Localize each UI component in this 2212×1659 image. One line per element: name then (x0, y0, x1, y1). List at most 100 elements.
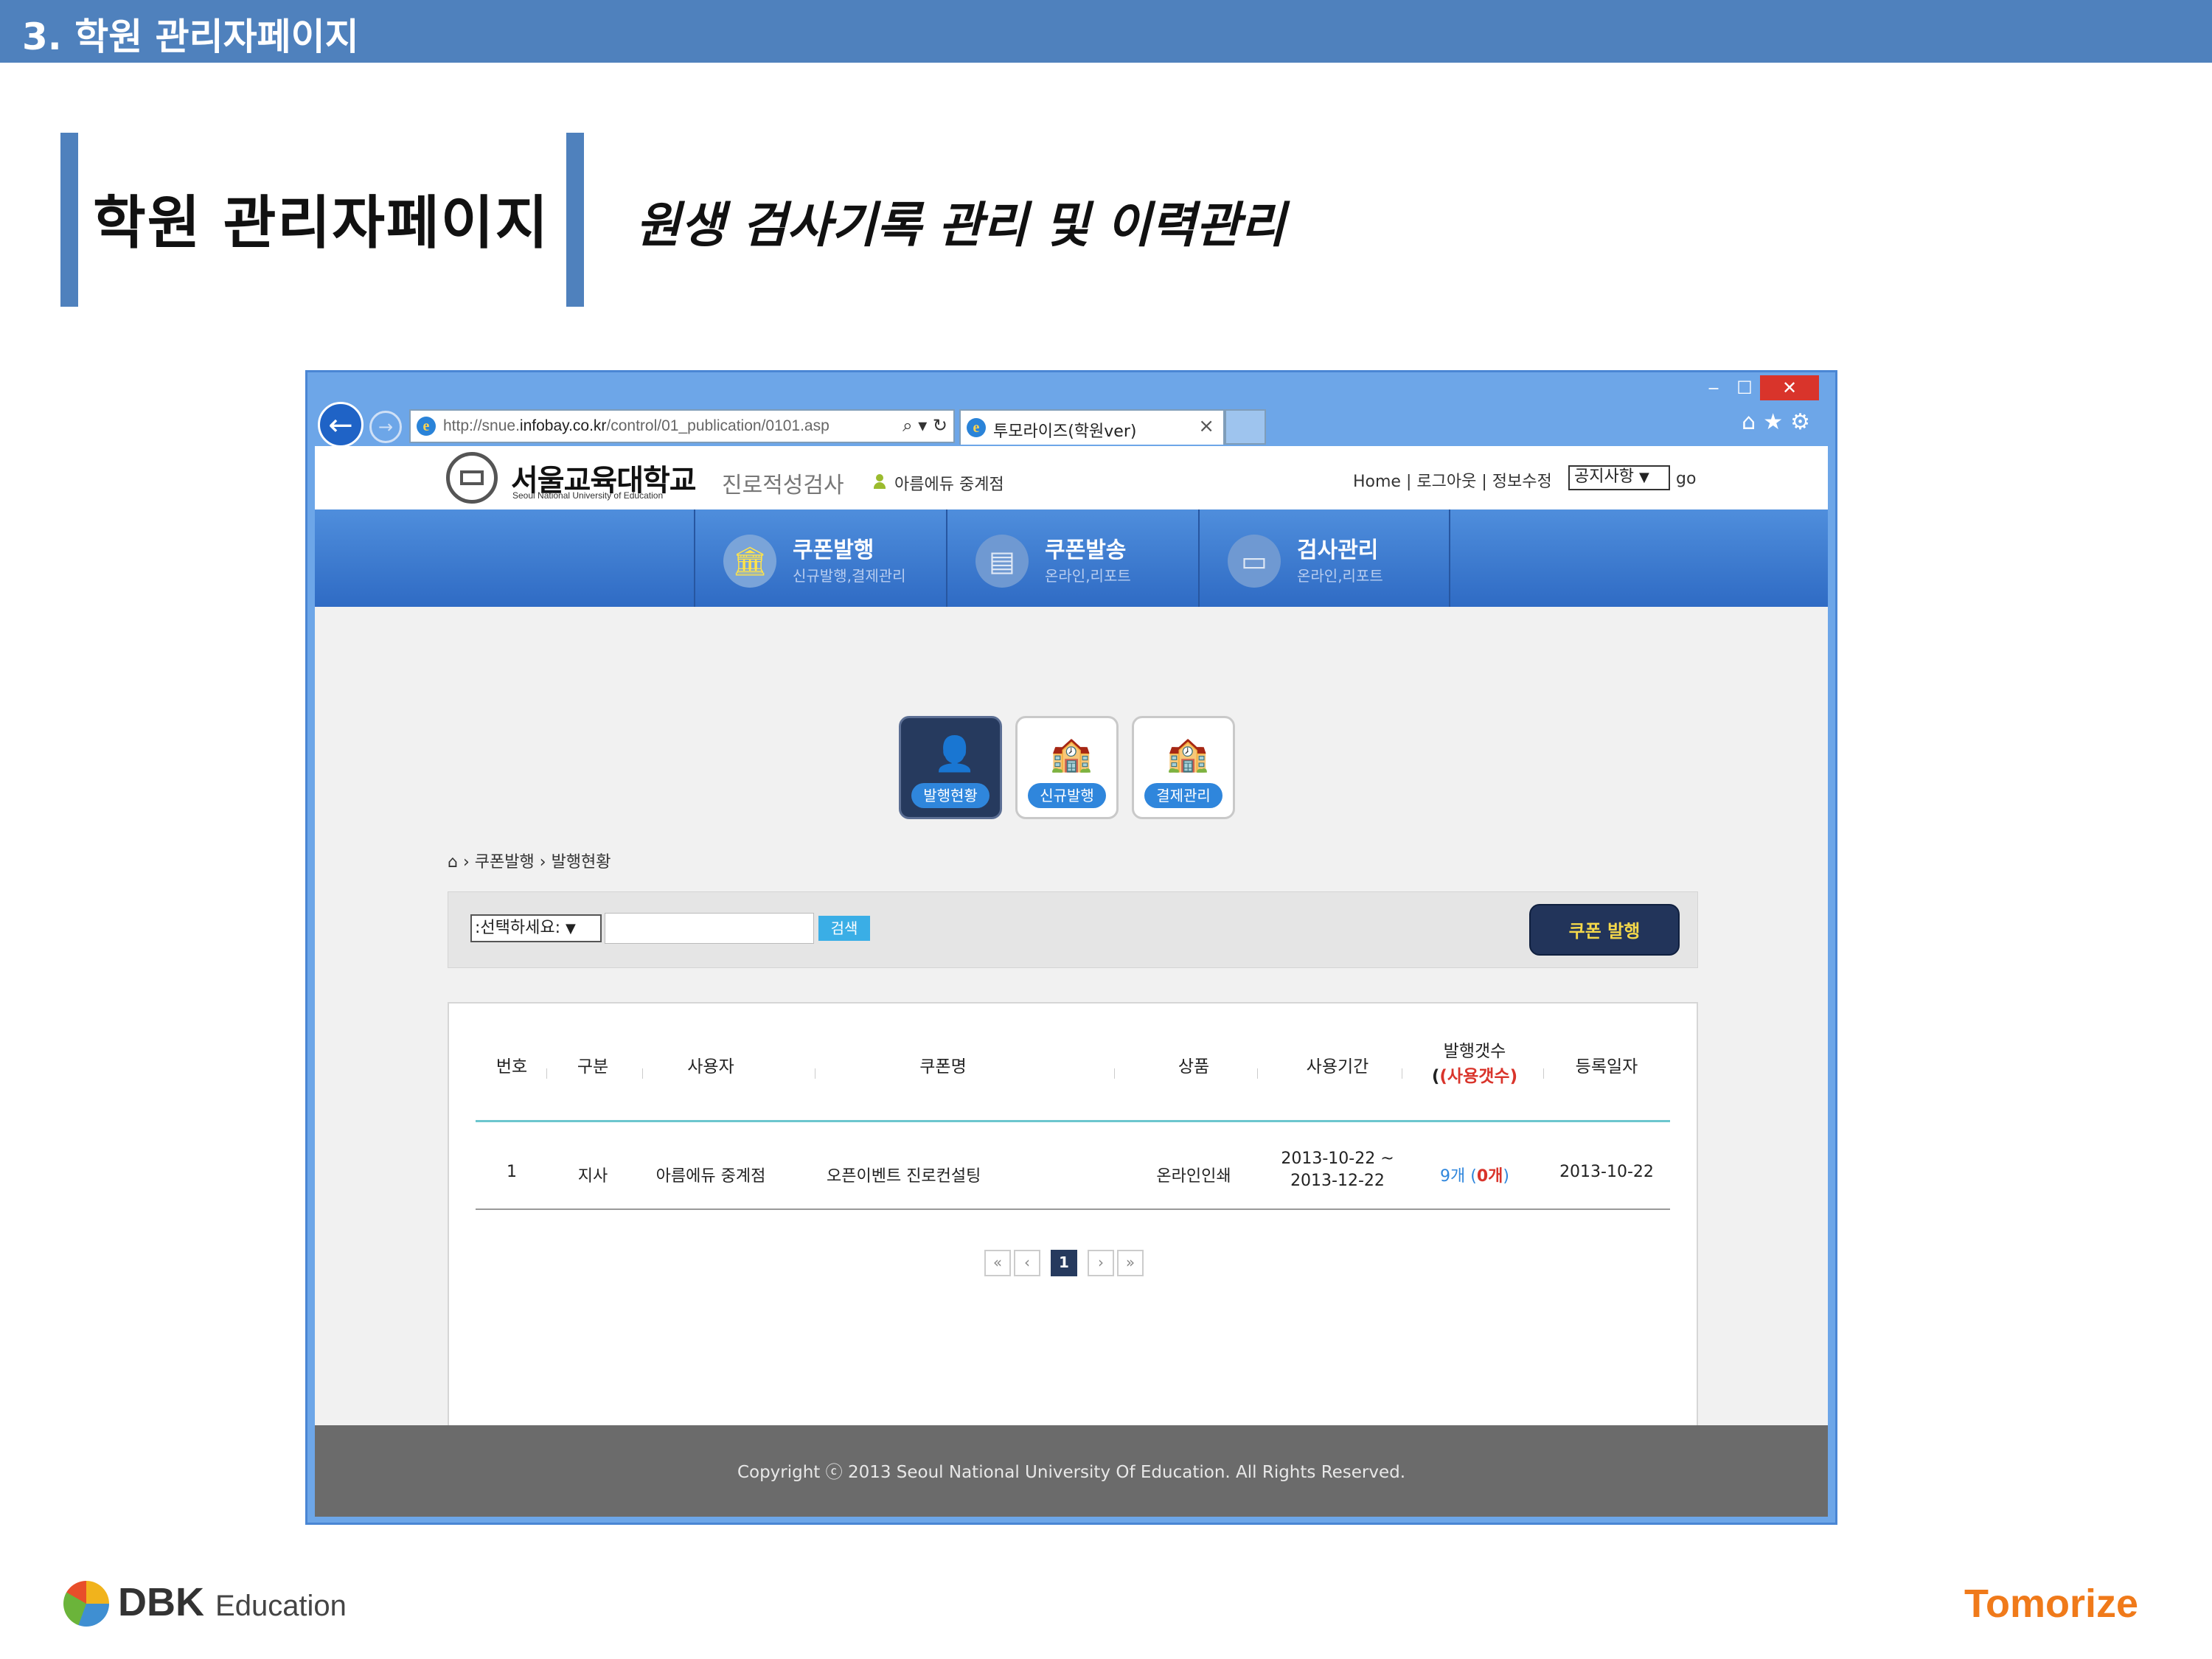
cell-user: 아름에듀 중계점 (655, 1167, 766, 1186)
used-count-header-text: (사용갯수) (1439, 1067, 1518, 1086)
tile-label: 신규발행 (1028, 783, 1106, 808)
address-bar[interactable]: e http://snue.infobay.co.kr/control/01_p… (409, 409, 955, 443)
copyright-text: Copyright ⓒ 2013 Seoul National Universi… (737, 1463, 1406, 1482)
tile-payment[interactable]: 🏫 결제관리 (1132, 716, 1235, 819)
prev-page-button[interactable]: ‹ (1014, 1250, 1040, 1276)
nav-item-sub: 신규발행,결제관리 (793, 567, 906, 585)
header-links[interactable]: Home | 로그아웃 | 정보수정 (1353, 468, 1552, 492)
breadcrumb-level1[interactable]: 쿠폰발행 (475, 853, 535, 872)
bank-icon: 🏛 (723, 535, 776, 588)
column-header-coupon: 쿠폰명 (919, 1057, 967, 1077)
branch-name: 아름에듀 중계점 (894, 476, 1004, 494)
tab-title: 투모라이즈(학원ver) (993, 422, 1137, 441)
home-icon[interactable]: ⌂ (448, 853, 458, 872)
issued-count: 9개 (1440, 1167, 1466, 1186)
ie-icon: e (417, 417, 436, 436)
service-name: 진로적성검사 (722, 473, 844, 498)
go-link[interactable]: go (1676, 470, 1696, 488)
tile-label: 결제관리 (1144, 783, 1222, 808)
issue-coupon-button[interactable]: 쿠폰 발행 (1529, 904, 1680, 956)
minimize-button[interactable]: ‒ (1698, 375, 1729, 400)
search-input[interactable] (605, 913, 814, 944)
new-tab-button[interactable] (1225, 409, 1266, 445)
cell-product: 온라인인쇄 (1156, 1167, 1231, 1186)
column-separator (1257, 1068, 1258, 1079)
dbk-logo-icon (63, 1581, 109, 1627)
maximize-button[interactable]: ☐ (1729, 375, 1760, 400)
first-page-button[interactable]: « (984, 1250, 1011, 1276)
nav-item-coupon-send[interactable]: ▤ 쿠폰발송 온라인,리포트 (946, 509, 1198, 607)
column-header-period: 사용기간 (1306, 1057, 1369, 1077)
close-window-button[interactable]: ✕ (1760, 375, 1819, 400)
period-end: 2013-12-22 (1290, 1172, 1385, 1190)
cell-count[interactable]: 9개 (0개) (1421, 1163, 1528, 1186)
browser-tab[interactable]: e 투모라이즈(학원ver) × (959, 409, 1225, 445)
nav-item-title: 검사관리 (1297, 538, 1379, 563)
issue-table-panel: 번호 구분 사용자 쿠폰명 상품 사용기간 발행갯수 ((사용갯수) 등록일자 … (448, 1002, 1698, 1455)
cell-coupon[interactable]: 오픈이벤트 진로컨설팅 (827, 1163, 981, 1186)
search-select[interactable]: :선택하세요: ▼ (470, 914, 602, 942)
address-url[interactable]: http://snue.infobay.co.kr/control/01_pub… (443, 417, 830, 435)
search-panel: :선택하세요: ▼ 검색 쿠폰 발행 (448, 891, 1698, 968)
gear-icon[interactable]: ⚙ (1790, 409, 1818, 435)
tomorize-logo: Tomorize (1964, 1582, 2139, 1626)
column-separator (1114, 1068, 1115, 1079)
column-separator (1543, 1068, 1544, 1079)
slide-subtitle: 원생 검사기록 관리 및 이력관리 (636, 196, 1286, 254)
cell-date: 2013-10-22 (1559, 1163, 1654, 1181)
cell-no: 1 (507, 1163, 517, 1181)
star-icon[interactable]: ★ (1763, 409, 1790, 435)
arrow-right-icon: → (378, 417, 394, 437)
page-viewport: 서울교육대학교 Seoul National University of Edu… (315, 446, 1828, 1517)
main-nav: 🏛 쿠폰발행 신규발행,결제관리 ▤ 쿠폰발송 온라인,리포트 ▭ 검사관리 온… (315, 509, 1828, 607)
user-icon (874, 474, 886, 489)
nav-item-test-manage[interactable]: ▭ 검사관리 온라인,리포트 (1198, 509, 1450, 607)
column-separator (546, 1068, 547, 1079)
search-button[interactable]: 검색 (818, 916, 870, 941)
home-icon[interactable]: ⌂ (1742, 409, 1763, 435)
last-page-button[interactable]: » (1117, 1250, 1144, 1276)
nav-item-title: 쿠폰발송 (1045, 538, 1127, 563)
next-page-button[interactable]: › (1088, 1250, 1114, 1276)
school-icon: 🏫 (1050, 734, 1093, 773)
table-header-divider (476, 1120, 1670, 1122)
person-icon: 👤 (933, 734, 976, 773)
window-controls: ‒ ☐ ✕ (1698, 375, 1819, 400)
period-start: 2013-10-22 ~ (1281, 1150, 1394, 1168)
heading-bar-left (60, 133, 78, 307)
notice-select[interactable]: 공지사항 ▼ (1568, 465, 1670, 490)
tile-label: 발행현황 (911, 783, 990, 808)
chevron-down-icon: ▼ (566, 921, 576, 936)
arrow-left-icon: ← (328, 408, 353, 442)
used-count: 0개 (1476, 1167, 1503, 1186)
forward-button[interactable]: → (369, 411, 402, 443)
tile-new-issue[interactable]: 🏫 신규발행 (1015, 716, 1119, 819)
site-footer: Copyright ⓒ 2013 Seoul National Universi… (315, 1425, 1828, 1517)
back-button[interactable]: ← (318, 402, 364, 448)
column-header-count: 발행갯수 ((사용갯수) (1421, 1039, 1528, 1089)
browser-window: ‒ ☐ ✕ ← → e http://snue.infobay.co.kr/co… (305, 370, 1837, 1525)
heading-bar-right (566, 133, 584, 307)
column-header-used: ((사용갯수) (1431, 1067, 1518, 1086)
cell-type: 지사 (577, 1167, 608, 1186)
column-header-product: 상품 (1178, 1057, 1210, 1077)
table-row-divider (476, 1208, 1670, 1210)
university-emblem-icon (446, 452, 498, 504)
nav-item-coupon-issue[interactable]: 🏛 쿠폰발행 신규발행,결제관리 (694, 509, 946, 607)
chevron-right-icon: › (462, 853, 470, 872)
page-button-current[interactable]: 1 (1051, 1250, 1077, 1276)
breadcrumb: ⌂ › 쿠폰발행 › 발행현황 (448, 849, 611, 872)
address-tools[interactable]: ⌕ ▾ ↻ (902, 415, 947, 436)
nav-item-sub: 온라인,리포트 (1045, 567, 1131, 585)
section-banner: 3. 학원 관리자페이지 (0, 0, 2212, 63)
chevron-down-icon: ▼ (1638, 470, 1649, 485)
pagination: « ‹ 1 › » (984, 1250, 1144, 1276)
university-name-en: Seoul National University of Education (512, 490, 664, 501)
column-header-issued: 발행갯수 (1443, 1042, 1506, 1061)
ticket-icon: ▭ (1228, 535, 1281, 588)
table-row[interactable]: 1 지사 아름에듀 중계점 오픈이벤트 진로컨설팅 온라인인쇄 2013-10-… (449, 1148, 1700, 1200)
tile-issue-status[interactable]: 👤 발행현황 (899, 716, 1002, 819)
tab-close-icon[interactable]: × (1198, 415, 1214, 437)
column-separator (642, 1068, 643, 1079)
column-header-no: 번호 (495, 1057, 528, 1077)
